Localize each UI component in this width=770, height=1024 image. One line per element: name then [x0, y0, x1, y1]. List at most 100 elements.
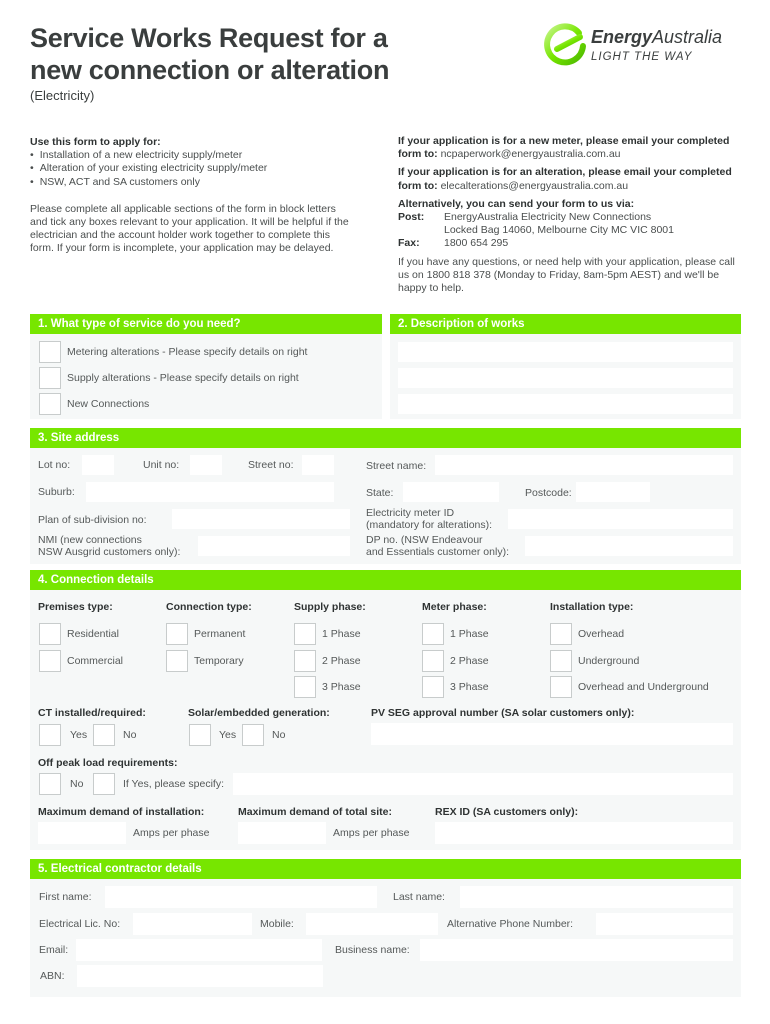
suburb-input[interactable] [86, 482, 334, 502]
nmi-input[interactable] [198, 536, 350, 556]
offpeak-no-checkbox[interactable] [39, 773, 61, 795]
plan-subdivision-input[interactable] [172, 509, 350, 529]
postcode-label: Postcode: [525, 487, 572, 499]
offpeak-specify-label: If Yes, please specify: [123, 778, 224, 790]
description-line-2-input[interactable] [398, 368, 733, 388]
section-3-panel: 3. Site address Lot no: Unit no: Street … [30, 428, 741, 564]
ct-yes-checkbox[interactable] [39, 724, 61, 746]
alteration-email-link[interactable]: elecalterations@energyaustralia.com.au [441, 180, 629, 192]
residential-label: Residential [67, 628, 119, 640]
dp-no-label-line-2: and Essentials customer only): [366, 546, 509, 558]
ct-no-label: No [123, 729, 137, 741]
form-title: Service Works Request for a new connecti… [30, 22, 389, 86]
supply-1-phase-label: 1 Phase [322, 628, 361, 640]
meter-1-phase-checkbox[interactable] [422, 623, 444, 645]
solar-no-checkbox[interactable] [242, 724, 264, 746]
description-line-3-input[interactable] [398, 394, 733, 414]
supply-2-phase-checkbox[interactable] [294, 650, 316, 672]
connection-type-heading: Connection type: [166, 601, 252, 613]
last-name-input[interactable] [460, 886, 733, 908]
ct-no-checkbox[interactable] [93, 724, 115, 746]
rex-id-input[interactable] [435, 822, 733, 844]
section-2-panel: 2. Description of works [390, 314, 741, 419]
solar-yes-checkbox[interactable] [189, 724, 211, 746]
ct-heading: CT installed/required: [38, 707, 146, 719]
email-label: Email: [39, 944, 69, 956]
offpeak-specify-input[interactable] [233, 773, 733, 795]
mobile-input[interactable] [306, 913, 438, 935]
residential-checkbox[interactable] [39, 623, 61, 645]
title-line-1: Service Works Request for a [30, 23, 388, 53]
meter-id-input[interactable] [508, 509, 733, 529]
commercial-checkbox[interactable] [39, 650, 61, 672]
nmi-label: NMI (new connections NSW Ausgrid customer… [38, 534, 180, 558]
overhead-and-underground-checkbox[interactable] [550, 676, 572, 698]
intro-bullets: Installation of a new electricity supply… [30, 149, 350, 189]
state-input[interactable] [403, 482, 499, 502]
max-demand-site-input[interactable] [238, 822, 326, 844]
section-3-header: 3. Site address [30, 428, 741, 448]
logo-name-regular: Australia [652, 27, 723, 47]
meter-phase-heading: Meter phase: [422, 601, 487, 613]
overhead-checkbox[interactable] [550, 623, 572, 645]
post-line-2: Locked Bag 14060, Melbourne City MC VIC … [444, 224, 674, 237]
dp-no-input[interactable] [525, 536, 733, 556]
alteration-info: If your application is for an alteration… [398, 166, 748, 192]
supply-alterations-label: Supply alterations - Please specify deta… [67, 372, 299, 384]
permanent-checkbox[interactable] [166, 623, 188, 645]
intro-left: Use this form to apply for: Installation… [30, 136, 350, 256]
plan-subdivision-label: Plan of sub-division no: [38, 514, 147, 526]
form-subtitle: (Electricity) [30, 88, 95, 103]
intro-bullet: NSW, ACT and SA customers only [30, 176, 350, 189]
solar-yes-label: Yes [219, 729, 237, 741]
intro-bullet: Alteration of your existing electricity … [30, 162, 350, 175]
meter-3-phase-label: 3 Phase [450, 681, 489, 693]
premises-type-heading: Premises type: [38, 601, 113, 613]
logo-wordmark: EnergyAustralia [591, 27, 722, 48]
new-meter-email-link[interactable]: ncpaperwork@energyaustralia.com.au [441, 148, 621, 160]
lot-no-label: Lot no: [38, 459, 71, 471]
electrical-lic-input[interactable] [133, 913, 252, 935]
unit-no-label: Unit no: [143, 459, 180, 471]
meter-id-label: Electricity meter ID (mandatory for alter… [366, 507, 492, 531]
help-text: If you have any questions, or need help … [398, 255, 735, 295]
intro-bullet: Installation of a new electricity supply… [30, 149, 350, 162]
lot-no-input[interactable] [82, 455, 114, 475]
abn-label: ABN: [40, 970, 65, 982]
max-demand-installation-input[interactable] [38, 822, 126, 844]
alt-phone-input[interactable] [596, 913, 733, 935]
underground-checkbox[interactable] [550, 650, 572, 672]
first-name-input[interactable] [105, 886, 377, 908]
new-connections-checkbox[interactable] [39, 393, 61, 415]
energyaustralia-e-logo-icon [544, 23, 586, 66]
metering-alterations-checkbox[interactable] [39, 341, 61, 363]
logo-name-bold: Energy [591, 27, 653, 47]
supply-1-phase-checkbox[interactable] [294, 623, 316, 645]
new-connections-label: New Connections [67, 398, 150, 410]
pv-seg-heading: PV SEG approval number (SA solar custome… [371, 707, 635, 719]
pv-seg-input[interactable] [371, 723, 733, 745]
street-name-label: Street name: [366, 460, 427, 472]
dp-no-label: DP no. (NSW Endeavour and Essentials cust… [366, 534, 509, 558]
commercial-label: Commercial [67, 655, 124, 667]
supply-alterations-checkbox[interactable] [39, 367, 61, 389]
meter-2-phase-checkbox[interactable] [422, 650, 444, 672]
meter-3-phase-checkbox[interactable] [422, 676, 444, 698]
street-no-label: Street no: [248, 459, 294, 471]
email-input[interactable] [76, 939, 322, 961]
street-name-input[interactable] [435, 455, 733, 475]
abn-input[interactable] [77, 965, 323, 987]
business-name-input[interactable] [420, 939, 733, 961]
offpeak-yes-checkbox[interactable] [93, 773, 115, 795]
supply-3-phase-checkbox[interactable] [294, 676, 316, 698]
street-no-input[interactable] [302, 455, 334, 475]
postcode-input[interactable] [576, 482, 650, 502]
post-label: Post: [398, 211, 425, 224]
solar-heading: Solar/embedded generation: [188, 707, 330, 719]
temporary-checkbox[interactable] [166, 650, 188, 672]
meter-2-phase-label: 2 Phase [450, 655, 489, 667]
unit-no-input[interactable] [190, 455, 222, 475]
first-name-label: First name: [39, 891, 92, 903]
description-line-1-input[interactable] [398, 342, 733, 362]
offpeak-heading: Off peak load requirements: [38, 757, 178, 769]
